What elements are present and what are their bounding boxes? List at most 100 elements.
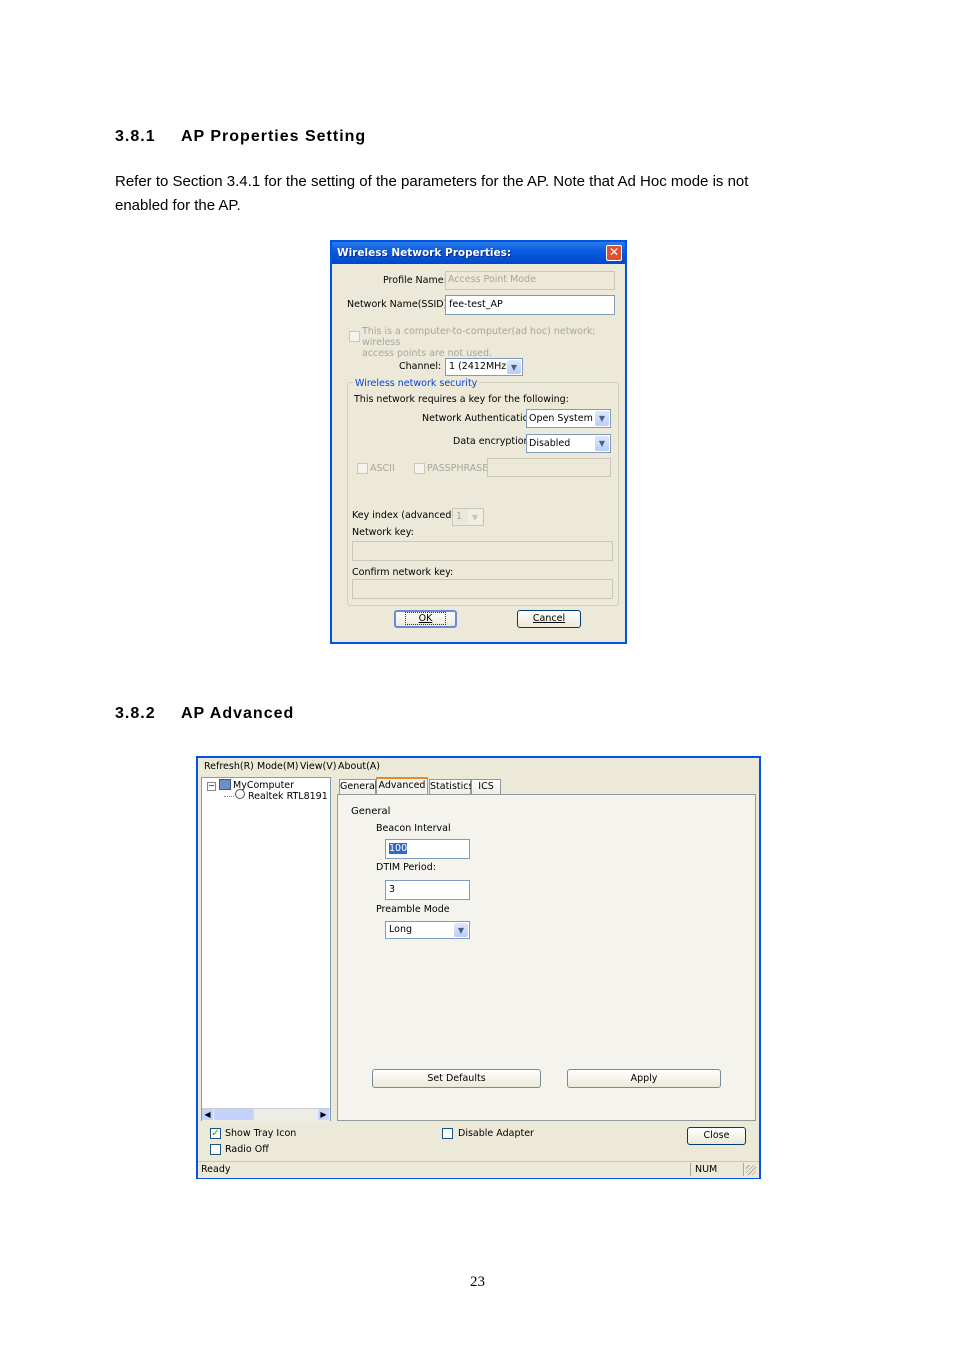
scroll-left-icon[interactable]: ◀ — [202, 1109, 213, 1120]
tab-statistics[interactable]: Statistics — [429, 779, 473, 795]
tab-ics[interactable]: ICS — [471, 779, 501, 795]
dtim-period-label: DTIM Period: — [376, 862, 436, 873]
page-number: 23 — [470, 1274, 485, 1290]
passphrase-input[interactable] — [487, 458, 611, 477]
set-defaults-label: Set Defaults — [427, 1073, 486, 1084]
dialog-title: Wireless Network Properties: — [337, 247, 512, 259]
profile-name-label: Profile Name: — [383, 275, 447, 286]
status-num-panel: NUM — [690, 1163, 744, 1176]
chevron-down-icon: ▼ — [507, 360, 521, 374]
channel-value: 1 (2412MHz) — [449, 361, 510, 372]
apply-button[interactable]: Apply — [567, 1069, 721, 1088]
status-bar: Ready NUM — [198, 1161, 759, 1178]
cancel-button[interactable]: Cancel — [517, 610, 581, 628]
computer-icon — [219, 779, 231, 790]
section-heading-ap-properties: 3.8.1 AP Properties Setting — [115, 128, 366, 146]
intro-paragraph: Refer to Section 3.4.1 for the setting o… — [115, 170, 835, 218]
requires-key-text: This network requires a key for the foll… — [354, 394, 569, 405]
menu-bar: Refresh(R) Mode(M) View(V) About(A) — [198, 758, 759, 775]
key-index-label: Key index (advanced): — [352, 510, 459, 521]
resize-grip-icon[interactable] — [746, 1165, 756, 1175]
paragraph-line: enabled for the AP. — [115, 197, 241, 214]
ssid-label: Network Name(SSID): — [347, 299, 451, 310]
channel-label: Channel: — [399, 361, 442, 372]
profile-name-field: Access Point Mode — [445, 271, 615, 290]
network-key-input[interactable] — [352, 541, 613, 561]
adhoc-line: This is a computer-to-computer(ad hoc) n… — [362, 326, 596, 348]
chevron-down-icon: ▼ — [468, 510, 482, 524]
status-ready: Ready — [201, 1164, 231, 1175]
beacon-interval-value: 100 — [389, 843, 408, 854]
section-title: AP Advanced — [181, 705, 295, 722]
wireless-adapter-icon — [235, 789, 245, 799]
menu-refresh[interactable]: Refresh(R) — [204, 761, 254, 772]
section-number: 3.8.2 — [115, 705, 156, 722]
close-icon[interactable]: ✕ — [606, 245, 622, 261]
cancel-label: Cancel — [532, 613, 566, 624]
device-tree: − MyComputer Realtek RTL8191SU ◀ ▶ — [201, 777, 331, 1121]
adhoc-checkbox[interactable] — [349, 331, 360, 342]
section-number: 3.8.1 — [115, 128, 156, 145]
confirm-key-input[interactable] — [352, 579, 613, 599]
beacon-interval-input[interactable]: 100 — [385, 839, 470, 859]
wireless-network-properties-dialog: Wireless Network Properties: ✕ Profile N… — [330, 240, 627, 644]
preamble-mode-value: Long — [389, 924, 412, 935]
passphrase-checkbox[interactable] — [414, 463, 425, 474]
scroll-thumb[interactable] — [214, 1109, 254, 1120]
chevron-down-icon: ▼ — [595, 411, 609, 426]
set-defaults-button[interactable]: Set Defaults — [372, 1069, 541, 1088]
ok-button[interactable]: OK — [394, 610, 457, 628]
preamble-mode-label: Preamble Mode — [376, 904, 450, 915]
close-label: Close — [703, 1130, 730, 1141]
show-tray-label: Show Tray Icon — [225, 1128, 297, 1139]
dialog-titlebar: Wireless Network Properties: ✕ — [332, 242, 625, 264]
confirm-key-label: Confirm network key: — [352, 567, 454, 578]
ok-label: OK — [404, 612, 447, 625]
auth-value: Open System — [529, 413, 593, 424]
dtim-period-value: 3 — [389, 884, 396, 895]
disable-adapter-checkbox[interactable] — [442, 1128, 453, 1139]
menu-view[interactable]: View(V) — [300, 761, 336, 772]
chevron-down-icon: ▼ — [454, 923, 468, 937]
section-heading-ap-advanced: 3.8.2 AP Advanced — [115, 705, 294, 723]
radio-off-label: Radio Off — [225, 1144, 269, 1155]
ssid-value: fee-test_AP — [449, 299, 503, 310]
beacon-interval-label: Beacon Interval — [376, 823, 451, 834]
encryption-select[interactable]: Disabled ▼ — [526, 434, 611, 453]
utility-window: Refresh(R) Mode(M) View(V) About(A) − My… — [196, 756, 761, 1179]
passphrase-label: PASSPHRASE — [427, 463, 489, 474]
auth-select[interactable]: Open System ▼ — [526, 409, 611, 428]
security-group-label: Wireless network security — [353, 378, 480, 389]
encryption-value: Disabled — [529, 438, 571, 449]
network-key-label: Network key: — [352, 527, 414, 538]
disable-adapter-label: Disable Adapter — [458, 1128, 534, 1139]
tab-advanced[interactable]: Advanced — [376, 777, 428, 795]
general-group-label: General — [351, 806, 391, 817]
show-tray-checkbox[interactable]: ✓ — [210, 1128, 221, 1139]
dtim-period-input[interactable]: 3 — [385, 880, 470, 900]
menu-about[interactable]: About(A) — [338, 761, 380, 772]
tree-connector — [224, 796, 234, 797]
ssid-input[interactable]: fee-test_AP — [445, 295, 615, 315]
ascii-label: ASCII — [370, 463, 395, 474]
radio-off-checkbox[interactable] — [210, 1144, 221, 1155]
ascii-checkbox[interactable] — [357, 463, 368, 474]
tab-general[interactable]: General — [339, 779, 377, 795]
tree-child-label[interactable]: Realtek RTL8191SU — [248, 791, 328, 802]
advanced-tab-panel: General Beacon Interval 100 DTIM Period:… — [337, 794, 756, 1121]
chevron-down-icon: ▼ — [595, 436, 609, 451]
section-title: AP Properties Setting — [181, 128, 367, 145]
channel-select[interactable]: 1 (2412MHz) ▼ — [445, 358, 523, 376]
adhoc-text: This is a computer-to-computer(ad hoc) n… — [362, 326, 625, 359]
key-index-value: 1 — [456, 511, 463, 522]
menu-mode[interactable]: Mode(M) — [257, 761, 299, 772]
scroll-right-icon[interactable]: ▶ — [318, 1109, 329, 1120]
preamble-mode-select[interactable]: Long ▼ — [385, 921, 470, 939]
close-button[interactable]: Close — [687, 1127, 746, 1145]
paragraph-line: Refer to Section 3.4.1 for the setting o… — [115, 173, 749, 190]
auth-label: Network Authentication: — [422, 413, 538, 424]
status-num: NUM — [695, 1164, 718, 1175]
key-index-select[interactable]: 1 ▼ — [452, 508, 484, 526]
collapse-icon[interactable]: − — [207, 782, 216, 791]
horizontal-scrollbar[interactable]: ◀ ▶ — [202, 1108, 330, 1121]
